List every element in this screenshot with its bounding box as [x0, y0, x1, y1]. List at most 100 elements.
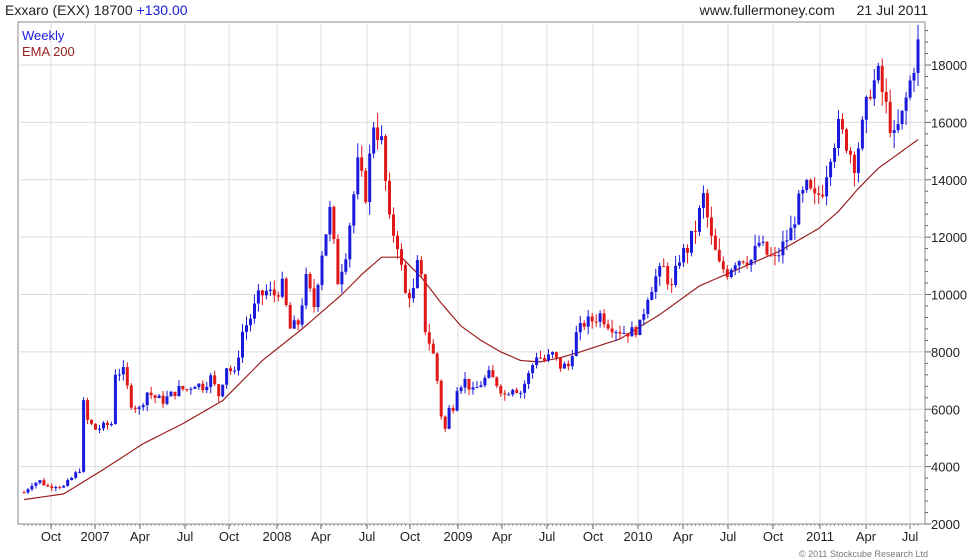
price-bar-body	[566, 363, 570, 367]
price-bar-body	[570, 356, 574, 367]
price-bar-body	[483, 377, 487, 386]
price-bar-body	[86, 400, 90, 420]
price-bar-body	[272, 289, 276, 296]
price-bar-body	[403, 264, 407, 293]
x-tick-label: Jul	[539, 529, 556, 544]
price-bar-body	[558, 357, 562, 369]
price-bar-body	[427, 332, 431, 344]
price-bar-body	[551, 352, 554, 355]
price-chart: 2000 4000 6000 8000 10000 12000 14000 16000 1800…	[17, 21, 967, 544]
price-bar-body	[801, 190, 805, 194]
price-bar-body	[157, 395, 161, 399]
price-bar-body	[594, 321, 598, 323]
x-tick-label: 2009	[444, 529, 473, 544]
price-bar-body	[531, 365, 535, 374]
x-axis: Oct 2007 Apr Jul Oct 2008 Apr Jul Oct 2009 Apr Jul O…	[23, 524, 919, 544]
price-bar-body	[288, 305, 292, 329]
price-bar-body	[658, 266, 662, 277]
price-bar-body	[105, 422, 109, 425]
y-tick-label: 12000	[931, 230, 967, 245]
price-bar-body	[268, 289, 272, 291]
price-bar-body	[229, 368, 233, 372]
price-bar-body	[574, 332, 578, 356]
price-bar-body	[201, 383, 205, 391]
price-bar-body	[237, 357, 241, 371]
plot-area	[17, 21, 926, 525]
price-bar-body	[698, 208, 701, 232]
price-bar-body	[66, 480, 70, 486]
price-bar-body	[121, 367, 125, 375]
price-bar-body	[662, 266, 666, 268]
price-bar-body	[443, 416, 447, 429]
price-bar-body	[745, 262, 749, 266]
price-bar-body	[264, 290, 268, 296]
price-bar-body	[547, 354, 550, 361]
y-tick-label: 18000	[931, 58, 967, 73]
legend: Weekly EMA 200	[22, 28, 75, 60]
price-bar-body	[491, 370, 495, 378]
price-bar-body	[634, 327, 638, 335]
y-tick-label: 4000	[931, 460, 960, 475]
price-bar-body	[340, 271, 344, 285]
price-bar-body	[431, 343, 435, 354]
price-bar-body	[435, 353, 439, 381]
price-bar-body	[705, 193, 709, 218]
price-bar-body	[328, 206, 332, 235]
price-bar-body	[360, 157, 364, 171]
price-bar-body	[900, 110, 904, 125]
price-bar-body	[233, 370, 237, 372]
price-bar-body	[113, 374, 117, 424]
price-bar-body	[344, 259, 348, 272]
price-bar-body	[519, 392, 523, 394]
price-bar-body	[610, 328, 614, 333]
price-bar-body	[539, 357, 542, 359]
x-tick-label: Oct	[583, 529, 604, 544]
y-tick-label: 14000	[931, 173, 967, 188]
y-tick-label: 10000	[931, 288, 967, 303]
price-bar-body	[411, 288, 415, 299]
price-bar-body	[841, 119, 844, 130]
price-bar-body	[249, 318, 252, 326]
price-bar-body	[769, 254, 773, 256]
price-bar-body	[58, 487, 62, 489]
price-bar-body	[419, 260, 423, 275]
price-bar-body	[205, 386, 209, 391]
ticker-label: Exxaro (EXX) 18700	[5, 2, 133, 18]
price-bar-body	[336, 239, 340, 285]
x-tick-label: Oct	[219, 529, 240, 544]
price-bar-body	[165, 396, 169, 404]
price-bar-body	[400, 249, 403, 265]
y-tick-label: 2000	[931, 517, 960, 532]
price-bar-body	[102, 422, 105, 429]
price-bar-body	[554, 352, 558, 358]
price-bar-body	[213, 375, 217, 385]
price-bar-body	[773, 255, 777, 256]
price-bar-body	[70, 477, 74, 480]
price-bar-body	[312, 288, 316, 308]
source-link[interactable]: www.fullermoney.com	[700, 2, 835, 18]
ticker-title: Exxaro (EXX) 18700 +130.00	[5, 2, 188, 18]
price-change: +130.00	[136, 2, 188, 18]
price-bar-body	[153, 395, 157, 398]
price-bar-body	[280, 278, 284, 297]
price-bar-body	[582, 323, 586, 327]
x-tick-label: 2010	[624, 529, 653, 544]
price-bar-body	[149, 392, 153, 396]
price-bar-body	[829, 161, 833, 178]
price-bar-body	[872, 80, 876, 99]
price-bar-body	[646, 300, 650, 314]
price-bar-body	[650, 291, 654, 300]
price-bar-body	[169, 391, 173, 397]
price-bar-body	[125, 367, 129, 386]
price-bar-body	[62, 485, 66, 488]
chart-header: Exxaro (EXX) 18700 +130.00 www.fullermon…	[0, 0, 980, 22]
price-bar-body	[161, 395, 165, 404]
price-bar-body	[817, 193, 821, 195]
price-bar-body	[209, 375, 213, 387]
price-bar-body	[324, 234, 328, 256]
price-bar-body	[332, 206, 336, 240]
price-bar-body	[590, 316, 594, 322]
price-bar-body	[535, 357, 539, 366]
price-bar-body	[137, 407, 141, 409]
x-tick-label: Apr	[492, 529, 513, 544]
